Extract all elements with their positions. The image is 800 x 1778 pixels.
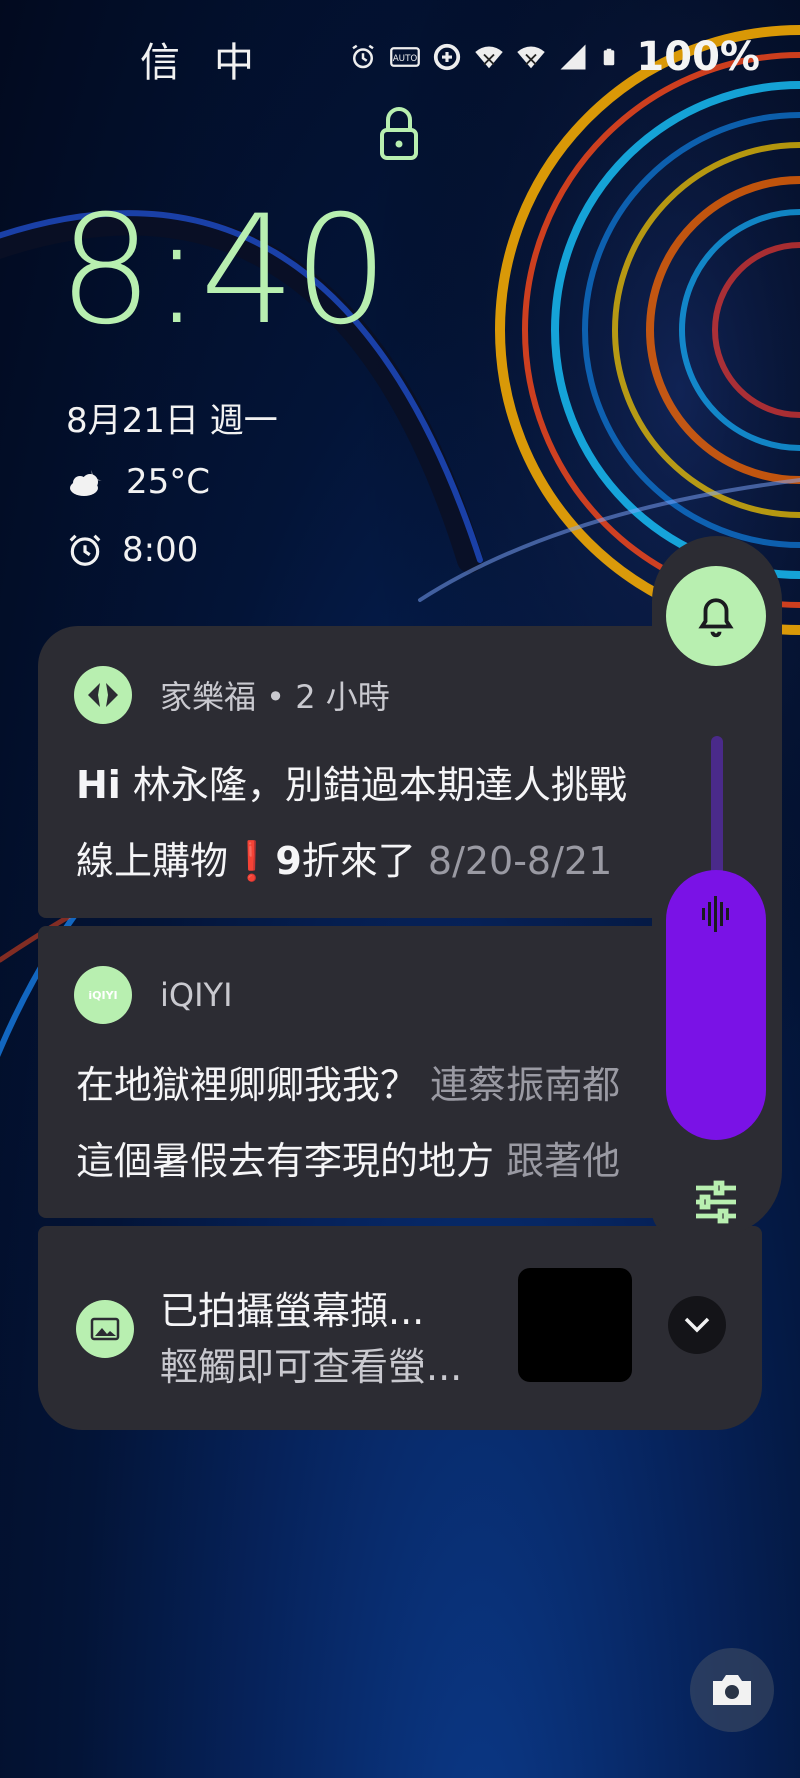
bell-icon[interactable] [666, 566, 766, 666]
notification-text: 這個暑假去有李現的地方 跟著他 [76, 1139, 621, 1183]
image-icon [76, 1300, 134, 1358]
camera-icon [713, 1675, 751, 1705]
auto-hz-icon: AUTO [390, 47, 421, 67]
camera-button[interactable] [690, 1648, 774, 1732]
sliders-icon[interactable] [692, 1178, 740, 1226]
app-name: 家樂福 • 2 小時 [160, 678, 390, 716]
alarm-row: 8:00 [66, 530, 198, 570]
chevron-down-icon[interactable] [668, 1296, 726, 1354]
weather-row: 25°C [66, 462, 210, 502]
wifi-icon-2 [517, 46, 546, 69]
data-saver-icon [434, 43, 461, 71]
lockscreen-date: 8月21日 週一 [66, 401, 278, 441]
svg-text:AUTO: AUTO [393, 54, 418, 64]
signal-icon [560, 44, 586, 70]
notification-text: 輕觸即可查看螢... [160, 1345, 463, 1389]
battery-icon [604, 48, 615, 66]
lock-icon [380, 107, 418, 160]
volume-panel [652, 536, 782, 1236]
notification-title: 已拍攝螢幕擷... [160, 1289, 425, 1333]
notification-text: 線上購物❗9折來了 8/20-8/21 [76, 839, 613, 883]
alarm-clock-icon [69, 534, 101, 566]
lockscreen-clock: 8:40 [58, 184, 389, 358]
cloudy-night-icon [70, 470, 102, 496]
screenshot-thumbnail[interactable] [518, 1268, 632, 1382]
alarm-icon [352, 44, 375, 69]
wifi-icon [475, 46, 504, 69]
sound-wave-icon [702, 896, 729, 932]
alarm-time: 8:00 [122, 530, 199, 570]
notification-title: Hi 林永隆，別錯過本期達人挑戰 [76, 763, 627, 807]
status-icons: AUTO 100% [348, 34, 760, 80]
notification-card-screenshot[interactable]: 已拍攝螢幕擷... 輕觸即可查看螢... [38, 1226, 762, 1430]
app-name: iQIYI [160, 976, 233, 1014]
carrier-label: 信中 [140, 40, 288, 86]
iqiyi-app-icon: iQIYI [74, 966, 132, 1024]
status-bar: 信中 AUTO 100% [0, 0, 800, 110]
battery-percent: 100% [636, 34, 760, 80]
weather-temp: 25°C [126, 462, 211, 502]
volume-slider[interactable] [666, 870, 766, 1140]
notification-title: 在地獄裡卿卿我我？ 連蔡振南都 [76, 1063, 621, 1107]
carrefour-app-icon [74, 666, 132, 724]
